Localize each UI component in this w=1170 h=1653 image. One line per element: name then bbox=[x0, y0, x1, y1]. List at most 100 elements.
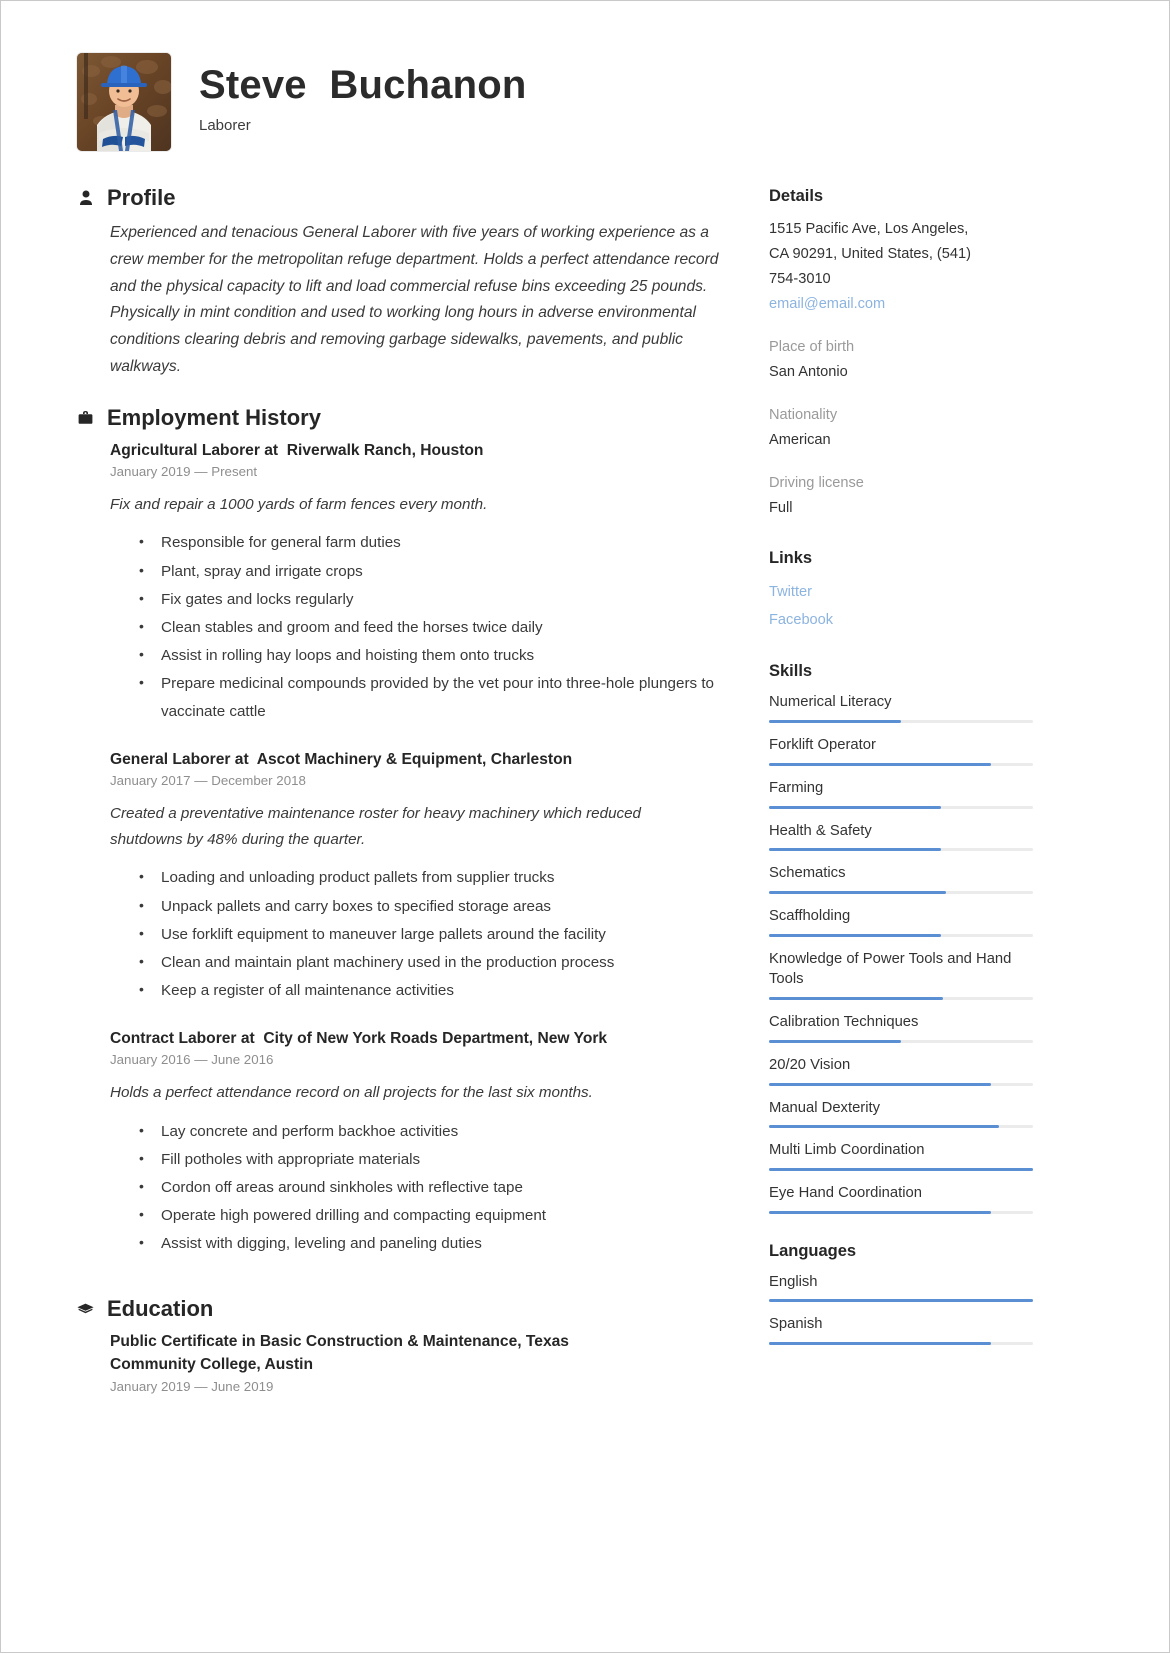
skill-level-fill bbox=[769, 1167, 1033, 1171]
skill-item: Knowledge of Power Tools and Hand Tools bbox=[769, 949, 1033, 1001]
skill-name: Numerical Literacy bbox=[769, 694, 892, 711]
resume-header: Steve Buchanon Laborer bbox=[77, 53, 527, 151]
language-item: Spanish bbox=[769, 1314, 1033, 1346]
language-level-bar bbox=[769, 1299, 1033, 1303]
links-block: Links Twitter Facebook bbox=[769, 549, 1033, 634]
employment-item: Contract Laborer at City of New York Roa… bbox=[110, 1028, 737, 1258]
language-name: English bbox=[769, 1273, 818, 1290]
link-facebook[interactable]: Facebook bbox=[769, 607, 1033, 635]
employment-summary: Fix and repair a 1000 yards of farm fenc… bbox=[110, 495, 488, 513]
skill-item: Numerical Literacy bbox=[769, 692, 1033, 724]
list-item: Fix gates and locks regularly bbox=[137, 586, 737, 614]
skill-name: Schematics bbox=[769, 865, 846, 882]
employment-section-title: Employment History bbox=[107, 404, 321, 430]
skill-name: Scaffholding bbox=[769, 908, 851, 924]
education-dates: January 2019 — June 2019 bbox=[110, 1379, 274, 1395]
skill-level-bar bbox=[769, 1210, 1033, 1214]
employment-section-header: Employment History bbox=[77, 404, 737, 430]
skill-item: Calibration Techniques bbox=[769, 1012, 1033, 1043]
link-twitter[interactable]: Twitter bbox=[769, 579, 1033, 607]
skill-item: Eye Hand Coordination bbox=[769, 1183, 1033, 1214]
skill-level-bar bbox=[769, 1167, 1033, 1171]
skill-level-bar bbox=[769, 933, 1033, 937]
job-title-subtitle: Laborer bbox=[199, 117, 251, 134]
phone-line: 754-3010 bbox=[769, 271, 831, 288]
employment-summary: Holds a perfect attendance record on all… bbox=[110, 1084, 593, 1102]
skill-level-fill bbox=[769, 891, 946, 894]
links-heading: Links bbox=[769, 549, 813, 568]
email-link[interactable]: email@email.com bbox=[769, 292, 1033, 317]
skill-name: Knowledge of Power Tools and Hand Tools bbox=[769, 950, 1012, 988]
education-section-header: Education bbox=[77, 1298, 737, 1320]
profile-section-title: Profile bbox=[107, 185, 176, 210]
detail-label-nationality: Nationality bbox=[769, 407, 838, 424]
employment-list: Agricultural Laborer at Riverwalk Ranch,… bbox=[77, 440, 737, 1258]
languages-heading: Languages bbox=[769, 1241, 857, 1260]
employment-title: General Laborer at Ascot Machinery & Equ… bbox=[110, 751, 573, 769]
list-item: Loading and unloading product pallets fr… bbox=[137, 864, 737, 892]
skill-name: Manual Dexterity bbox=[769, 1099, 881, 1116]
list-item: Responsible for general farm duties bbox=[137, 529, 737, 557]
list-item: Fill potholes with appropriate materials bbox=[137, 1146, 737, 1174]
skill-level-bar bbox=[769, 805, 1033, 809]
skill-item: Forklift Operator bbox=[769, 735, 1033, 766]
skill-name: Multi Limb Coordination bbox=[769, 1142, 925, 1159]
avatar bbox=[77, 53, 171, 151]
skill-level-fill bbox=[769, 1039, 901, 1043]
list-item: Clean stables and groom and feed the hor… bbox=[137, 614, 737, 642]
employment-item: General Laborer at Ascot Machinery & Equ… bbox=[110, 749, 737, 1005]
skill-level-fill bbox=[769, 1210, 991, 1214]
skill-name: Calibration Techniques bbox=[769, 1014, 919, 1031]
employment-section: Employment History Agricultural Laborer … bbox=[77, 404, 737, 1258]
language-item: English bbox=[769, 1272, 1033, 1303]
list-item: Unpack pallets and carry boxes to specif… bbox=[137, 893, 737, 921]
skill-level-fill bbox=[769, 1125, 999, 1129]
skill-item: Health & Safety bbox=[769, 821, 1033, 852]
skill-level-bar bbox=[769, 891, 1033, 894]
skill-item: Multi Limb Coordination bbox=[769, 1140, 1033, 1171]
address-line-1: 1515 Pacific Ave, Los Angeles, bbox=[769, 221, 969, 237]
language-name: Spanish bbox=[769, 1316, 823, 1333]
skill-level-fill bbox=[769, 1082, 991, 1086]
profile-section: Profile Experienced and tenacious Genera… bbox=[77, 187, 737, 381]
address-line-2: CA 90291, United States, (541) bbox=[769, 246, 972, 263]
employment-title: Agricultural Laborer at Riverwalk Ranch,… bbox=[110, 441, 484, 459]
list-item: Operate high powered drilling and compac… bbox=[137, 1202, 737, 1230]
profile-text: Experienced and tenacious General Labore… bbox=[110, 224, 719, 376]
list-item: Assist in rolling hay loops and hoisting… bbox=[137, 642, 737, 670]
sidebar: Details 1515 Pacific Ave, Los Angeles, C… bbox=[769, 187, 1033, 1373]
resume-page: Steve Buchanon Laborer Profile Experienc… bbox=[0, 0, 1170, 1653]
skill-level-fill bbox=[769, 997, 944, 1001]
employment-bullet-list: Loading and unloading product pallets fr… bbox=[110, 864, 737, 1005]
list-item: Clean and maintain plant machinery used … bbox=[137, 949, 737, 977]
skill-item: Manual Dexterity bbox=[769, 1098, 1033, 1129]
skill-name: Health & Safety bbox=[769, 822, 872, 839]
skills-heading: Skills bbox=[769, 662, 813, 681]
employment-item: Agricultural Laborer at Riverwalk Ranch,… bbox=[110, 440, 737, 726]
skill-level-bar bbox=[769, 1082, 1033, 1086]
list-item: Plant, spray and irrigate crops bbox=[137, 558, 737, 586]
education-section: Education Public Certificate in Basic Co… bbox=[77, 1298, 737, 1394]
list-item: Keep a register of all maintenance activ… bbox=[137, 977, 737, 1005]
person-icon bbox=[77, 189, 94, 208]
detail-value-driving-license: Full bbox=[769, 499, 793, 516]
details-heading: Details bbox=[769, 187, 824, 205]
briefcase-icon bbox=[77, 408, 94, 427]
skill-level-fill bbox=[769, 762, 991, 766]
list-item: Prepare medicinal compounds provided by … bbox=[137, 670, 737, 726]
main-column: Profile Experienced and tenacious Genera… bbox=[77, 187, 737, 1400]
employment-dates: January 2016 — June 2016 bbox=[110, 1052, 274, 1068]
page-title: Steve Buchanon bbox=[199, 63, 527, 107]
employment-dates: January 2017 — December 2018 bbox=[110, 773, 306, 789]
skill-name: Forklift Operator bbox=[769, 737, 876, 754]
graduation-cap-icon bbox=[77, 1300, 94, 1319]
employment-summary: Created a preventative maintenance roste… bbox=[110, 805, 641, 848]
detail-label-driving-license: Driving license bbox=[769, 475, 864, 492]
skills-block: Skills Numerical Literacy Forklift Opera… bbox=[769, 662, 1033, 1214]
skill-level-bar bbox=[769, 762, 1033, 766]
skill-level-bar bbox=[769, 1039, 1033, 1043]
list-item: Lay concrete and perform backhoe activit… bbox=[137, 1118, 737, 1146]
detail-value-place-of-birth: San Antonio bbox=[769, 364, 848, 381]
skill-item: 20/20 Vision bbox=[769, 1055, 1033, 1086]
